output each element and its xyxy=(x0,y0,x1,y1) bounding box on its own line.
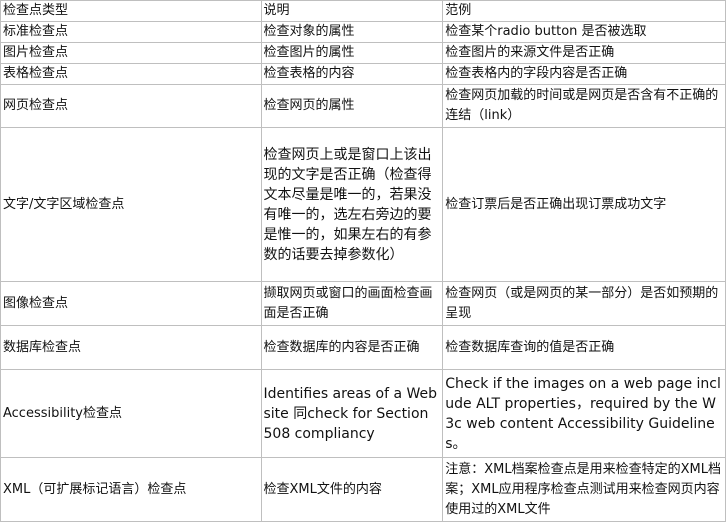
row-description: 检查网页上或是窗口上该出现的文字是否正确（检查得文本尽量是唯一的，若果没有唯一的… xyxy=(260,127,444,282)
row-example: 检查订票后是否正确出现订票成功文字 xyxy=(442,127,726,282)
row-description: Identifies areas of a Web site 同check fo… xyxy=(260,369,444,458)
row-type: 标准检查点 xyxy=(0,21,262,43)
header-example: 范例 xyxy=(442,0,726,22)
row-description: 撷取网页或窗口的画面检查画面是否正确 xyxy=(260,281,444,326)
row-example: 检查数据库查询的值是否正确 xyxy=(442,325,726,370)
row-type: 图像检查点 xyxy=(0,281,262,326)
row-type: 文字/文字区域检查点 xyxy=(0,127,262,282)
row-type: 图片检查点 xyxy=(0,42,262,64)
header-row: 检查点类型 说明 范例 xyxy=(0,0,726,22)
row-example: 检查网页（或是网页的某一部分）是否如预期的呈现 xyxy=(442,281,726,326)
table-row: 图片检查点 检查图片的属性 检查图片的来源文件是否正确 xyxy=(0,42,726,64)
row-type: XML（可扩展标记语言）检查点 xyxy=(0,457,262,522)
row-description: 检查图片的属性 xyxy=(260,42,444,64)
table-row: 文字/文字区域检查点 检查网页上或是窗口上该出现的文字是否正确（检查得文本尽量是… xyxy=(0,127,726,282)
row-type: 表格检查点 xyxy=(0,63,262,85)
header-type: 检查点类型 xyxy=(0,0,262,22)
table-row: 网页检查点 检查网页的属性 检查网页加载的时间或是网页是否含有不正确的连结（li… xyxy=(0,84,726,128)
row-type: Accessibility检查点 xyxy=(0,369,262,458)
row-type: 数据库检查点 xyxy=(0,325,262,370)
row-example: 检查网页加载的时间或是网页是否含有不正确的连结（link） xyxy=(442,84,726,128)
row-example: 检查图片的来源文件是否正确 xyxy=(442,42,726,64)
table-row: 数据库检查点 检查数据库的内容是否正确 检查数据库查询的值是否正确 xyxy=(0,325,726,370)
row-type: 网页检查点 xyxy=(0,84,262,128)
row-description: 检查对象的属性 xyxy=(260,21,444,43)
table-row: XML（可扩展标记语言）检查点 检查XML文件的内容 注意：XML档案检查点是用… xyxy=(0,457,726,522)
table-row: 标准检查点 检查对象的属性 检查某个radio button 是否被选取 xyxy=(0,21,726,43)
row-example: 检查某个radio button 是否被选取 xyxy=(442,21,726,43)
row-example: 注意：XML档案检查点是用来检查特定的XML档案；XML应用程序检查点测试用来检… xyxy=(442,457,726,522)
table-row: Accessibility检查点 Identifies areas of a W… xyxy=(0,369,726,458)
checkpoint-table: 检查点类型 说明 范例 标准检查点 检查对象的属性 检查某个radio butt… xyxy=(0,0,726,522)
header-description: 说明 xyxy=(260,0,444,22)
table-row: 图像检查点 撷取网页或窗口的画面检查画面是否正确 检查网页（或是网页的某一部分）… xyxy=(0,281,726,326)
row-example: 检查表格内的字段内容是否正确 xyxy=(442,63,726,85)
row-description: 检查表格的内容 xyxy=(260,63,444,85)
row-example: Check if the images on a web page includ… xyxy=(442,369,726,458)
row-description: 检查XML文件的内容 xyxy=(260,457,444,522)
table-row: 表格检查点 检查表格的内容 检查表格内的字段内容是否正确 xyxy=(0,63,726,85)
row-description: 检查数据库的内容是否正确 xyxy=(260,325,444,370)
row-description: 检查网页的属性 xyxy=(260,84,444,128)
